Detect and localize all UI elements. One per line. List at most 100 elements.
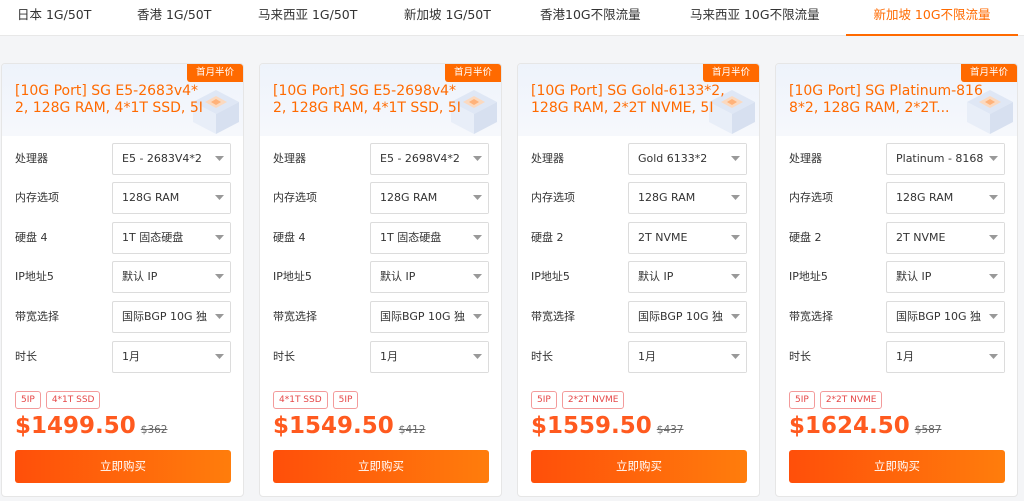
chevron-down-icon — [473, 274, 482, 279]
product-card: 首月半价 [10G Port] SG E5-2683v4*2, 128G RAM… — [1, 63, 244, 497]
original-price: $362 — [140, 424, 168, 436]
ram-select[interactable]: 128G RAM — [628, 182, 747, 214]
bandwidth-row: 带宽选择 国际BGP 10G 独 — [789, 301, 1005, 333]
buy-now-button[interactable]: 立即购买 — [531, 450, 747, 483]
bandwidth-select[interactable]: 国际BGP 10G 独 — [886, 301, 1005, 333]
promo-badge: 首月半价 — [702, 64, 759, 82]
original-price: $412 — [398, 424, 426, 436]
field-label: 处理器 — [531, 152, 564, 165]
disk-row: 硬盘 2 2T NVME — [531, 222, 747, 254]
disk-select[interactable]: 2T NVME — [628, 222, 747, 254]
field-label: 硬盘 2 — [531, 231, 564, 244]
disk-row: 硬盘 4 1T 固态硬盘 — [273, 222, 489, 254]
field-label: 时长 — [531, 350, 553, 363]
chevron-down-icon — [473, 156, 482, 161]
chevron-down-icon — [731, 156, 740, 161]
chevron-down-icon — [215, 235, 224, 240]
original-price: $437 — [656, 424, 684, 436]
product-title[interactable]: [10G Port] SG Platinum-8168*2, 128G RAM,… — [789, 83, 984, 117]
tab-malaysia-10g[interactable]: 马来西亚 10G不限流量 — [690, 0, 820, 36]
select-value: 国际BGP 10G 独 — [380, 310, 466, 323]
tab-hongkong-1g[interactable]: 香港 1G/50T — [137, 0, 211, 36]
spec-tags: 5IP 2*2T NVME — [789, 387, 887, 409]
field-label: 带宽选择 — [789, 310, 833, 323]
select-value: 128G RAM — [122, 191, 180, 204]
bandwidth-select[interactable]: 国际BGP 10G 独 — [370, 301, 489, 333]
field-label: 时长 — [15, 350, 37, 363]
tab-singapore-10g[interactable]: 新加坡 10G不限流量 — [846, 0, 1018, 36]
ram-select[interactable]: 128G RAM — [886, 182, 1005, 214]
cpu-row: 处理器 Gold 6133*2 — [531, 143, 747, 175]
duration-row: 时长 1月 — [531, 341, 747, 373]
chevron-down-icon — [215, 354, 224, 359]
chevron-down-icon — [989, 274, 998, 279]
ip-select[interactable]: 默认 IP — [628, 261, 747, 293]
chevron-down-icon — [473, 235, 482, 240]
card-header: 首月半价 [10G Port] SG Gold-6133*2, 128G RAM… — [518, 64, 759, 136]
ram-row: 内存选项 128G RAM — [531, 182, 747, 214]
spec-tag: 5IP — [789, 391, 815, 409]
select-value: 1T 固态硬盘 — [380, 231, 442, 244]
tab-singapore-1g[interactable]: 新加坡 1G/50T — [404, 0, 491, 36]
tab-hongkong-10g[interactable]: 香港10G不限流量 — [540, 0, 641, 36]
buy-now-button[interactable]: 立即购买 — [15, 450, 231, 483]
field-label: IP地址5 — [15, 270, 54, 283]
ram-select[interactable]: 128G RAM — [370, 182, 489, 214]
chevron-down-icon — [731, 235, 740, 240]
tab-malaysia-1g[interactable]: 马来西亚 1G/50T — [258, 0, 357, 36]
duration-row: 时长 1月 — [789, 341, 1005, 373]
bandwidth-select[interactable]: 国际BGP 10G 独 — [628, 301, 747, 333]
cpu-select[interactable]: Gold 6133*2 — [628, 143, 747, 175]
current-price: $1499.50 — [15, 413, 136, 439]
cpu-row: 处理器 Platinum - 8168 — [789, 143, 1005, 175]
duration-select[interactable]: 1月 — [628, 341, 747, 373]
field-label: 硬盘 4 — [273, 231, 306, 244]
ip-select[interactable]: 默认 IP — [112, 261, 231, 293]
tab-japan-1g[interactable]: 日本 1G/50T — [17, 0, 91, 36]
select-value: 128G RAM — [638, 191, 696, 204]
duration-select[interactable]: 1月 — [112, 341, 231, 373]
ip-select[interactable]: 默认 IP — [370, 261, 489, 293]
ram-row: 内存选项 128G RAM — [273, 182, 489, 214]
cpu-select[interactable]: E5 - 2683V4*2 — [112, 143, 231, 175]
disk-select[interactable]: 1T 固态硬盘 — [112, 222, 231, 254]
promo-badge: 首月半价 — [444, 64, 501, 82]
spec-tags: 4*1T SSD 5IP — [273, 387, 363, 409]
field-label: 内存选项 — [15, 191, 59, 204]
current-price: $1549.50 — [273, 413, 394, 439]
field-label: 时长 — [273, 350, 295, 363]
duration-select[interactable]: 1月 — [886, 341, 1005, 373]
bandwidth-select[interactable]: 国际BGP 10G 独 — [112, 301, 231, 333]
product-title[interactable]: [10G Port] SG Gold-6133*2, 128G RAM, 2*2… — [531, 83, 726, 117]
chevron-down-icon — [731, 274, 740, 279]
original-price: $587 — [914, 424, 942, 436]
product-title[interactable]: [10G Port] SG E5-2698v4*2, 128G RAM, 4*1… — [273, 83, 468, 117]
field-label: 硬盘 2 — [789, 231, 822, 244]
disk-select[interactable]: 1T 固态硬盘 — [370, 222, 489, 254]
product-card: 首月半价 [10G Port] SG Platinum-8168*2, 128G… — [775, 63, 1018, 497]
price-block: $1549.50 $412 — [273, 413, 426, 439]
disk-select[interactable]: 2T NVME — [886, 222, 1005, 254]
ram-select[interactable]: 128G RAM — [112, 182, 231, 214]
product-card: 首月半价 [10G Port] SG Gold-6133*2, 128G RAM… — [517, 63, 760, 497]
cpu-select[interactable]: Platinum - 8168 — [886, 143, 1005, 175]
field-label: IP地址5 — [531, 270, 570, 283]
promo-badge: 首月半价 — [186, 64, 243, 82]
select-value: 1T 固态硬盘 — [122, 231, 184, 244]
ip-select[interactable]: 默认 IP — [886, 261, 1005, 293]
chevron-down-icon — [989, 314, 998, 319]
duration-select[interactable]: 1月 — [370, 341, 489, 373]
product-card: 首月半价 [10G Port] SG E5-2698v4*2, 128G RAM… — [259, 63, 502, 497]
chevron-down-icon — [989, 235, 998, 240]
product-title[interactable]: [10G Port] SG E5-2683v4*2, 128G RAM, 4*1… — [15, 83, 210, 117]
promo-badge: 首月半价 — [960, 64, 1017, 82]
spec-tag: 4*1T SSD — [273, 391, 328, 409]
spec-tag: 4*1T SSD — [45, 391, 101, 409]
spec-tag: 2*2T NVME — [561, 391, 625, 409]
buy-now-button[interactable]: 立即购买 — [273, 450, 489, 483]
cpu-select[interactable]: E5 - 2698V4*2 — [370, 143, 489, 175]
bandwidth-row: 带宽选择 国际BGP 10G 独 — [273, 301, 489, 333]
buy-now-button[interactable]: 立即购买 — [789, 450, 1005, 483]
select-value: 默认 IP — [638, 270, 674, 283]
field-label: 处理器 — [15, 152, 48, 165]
